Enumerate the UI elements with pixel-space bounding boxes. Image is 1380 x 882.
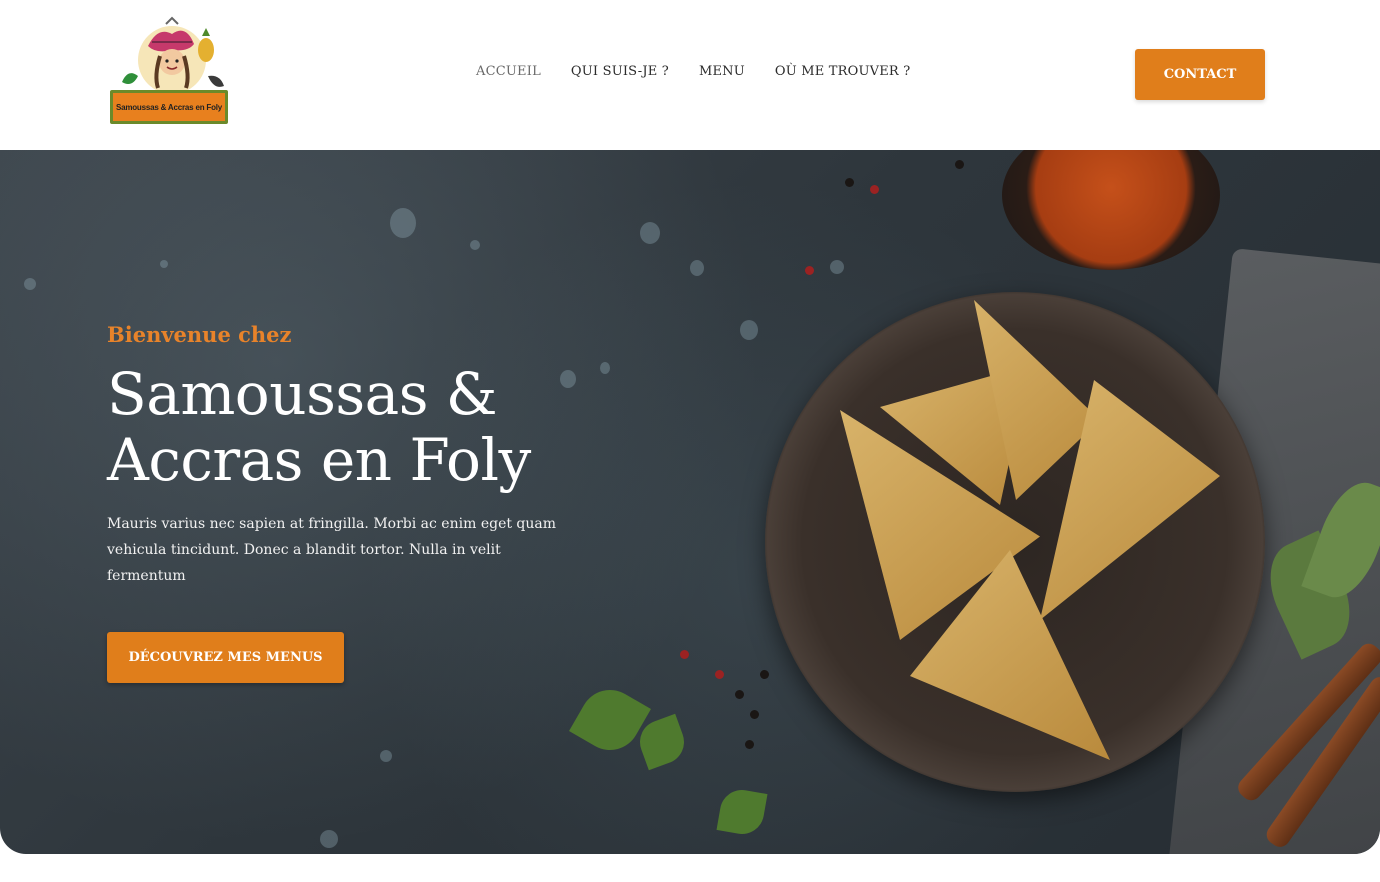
nav-item-accueil[interactable]: ACCUEIL <box>476 64 541 79</box>
hero-title-line-1: Samoussas & <box>107 360 498 428</box>
nav-item-qui-suis-je[interactable]: QUI SUIS-JE ? <box>571 64 669 79</box>
nav-item-menu[interactable]: MENU <box>699 64 745 79</box>
site-header: Samoussas & Accras en Foly ACCUEIL QUI S… <box>0 0 1380 150</box>
hero-eyebrow: Bienvenue chez <box>107 322 292 347</box>
hero-title: Samoussas & Accras en Foly <box>107 361 587 493</box>
main-nav: ACCUEIL QUI SUIS-JE ? MENU OÙ ME TROUVER… <box>476 64 910 79</box>
logo-sign: Samoussas & Accras en Foly <box>110 90 228 124</box>
discover-menus-button[interactable]: DÉCOUVREZ MES MENUS <box>107 632 344 683</box>
contact-button[interactable]: CONTACT <box>1135 49 1265 100</box>
hero-section: Bienvenue chez Samoussas & Accras en Fol… <box>0 150 1380 854</box>
hero-title-line-2: Accras en Foly <box>107 426 531 494</box>
nav-item-ou-me-trouver[interactable]: OÙ ME TROUVER ? <box>775 64 911 79</box>
hero-content: Bienvenue chez Samoussas & Accras en Fol… <box>107 322 587 589</box>
chef-mascot-icon <box>122 16 224 94</box>
hero-description: Mauris varius nec sapien at fringilla. M… <box>107 516 557 584</box>
chef-mascot-logo[interactable]: Samoussas & Accras en Foly <box>108 16 236 128</box>
logo-text: Samoussas & Accras en Foly <box>115 102 223 112</box>
